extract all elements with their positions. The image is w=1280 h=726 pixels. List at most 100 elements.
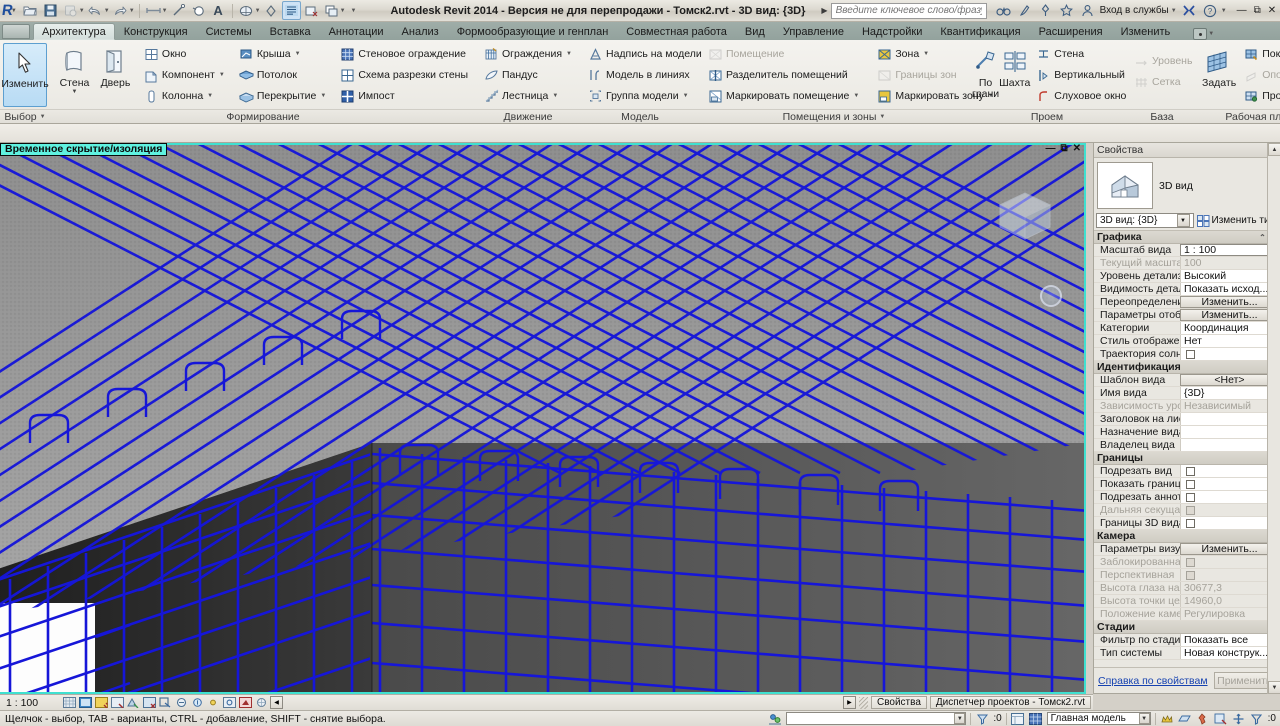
checkbox[interactable]: [1186, 479, 1195, 489]
property-value[interactable]: Высокий: [1180, 270, 1279, 282]
sign-in-label[interactable]: Вход в службы: [1100, 5, 1169, 16]
property-row[interactable]: Тип системы Новая конструк...: [1094, 647, 1279, 660]
help-question-icon[interactable]: ?: [1202, 2, 1219, 19]
chevron-down-icon[interactable]: ▼: [1171, 8, 1177, 14]
aligned-dimension-icon[interactable]: [169, 1, 188, 20]
temporary-view-properties-icon[interactable]: [254, 696, 268, 709]
drawing-area-3d-view[interactable]: Временное скрытие/изоляция — ⧉ ✕: [0, 143, 1086, 694]
undo-icon[interactable]: [86, 1, 105, 20]
measure-icon[interactable]: [144, 1, 163, 20]
panel-title-pomeshcheniya[interactable]: Помещения и зоны ▼: [699, 109, 968, 124]
panel-title-vybor[interactable]: Выбор ▼: [0, 109, 50, 124]
design-option-icon[interactable]: [1011, 712, 1025, 725]
level-button[interactable]: Уровень: [1130, 51, 1196, 71]
properties-help-link[interactable]: Справка по свойствам: [1098, 675, 1208, 687]
default-3d-view-icon[interactable]: [237, 1, 256, 20]
room-button[interactable]: Помещение: [704, 44, 863, 64]
chevron-down-icon[interactable]: ▼: [104, 8, 110, 14]
property-row[interactable]: Уровень детализа... Высокий: [1094, 270, 1279, 283]
save-icon[interactable]: [41, 1, 60, 20]
rendering-dialog-icon[interactable]: [142, 696, 156, 709]
stair-button[interactable]: Лестница ▼: [480, 86, 576, 106]
chevron-down-icon[interactable]: ▼: [295, 51, 301, 57]
apply-button[interactable]: Применить: [1213, 672, 1275, 689]
tab-formoobrazuyushchie[interactable]: Формообразующие и генплан: [448, 23, 618, 40]
section-icon[interactable]: [262, 1, 281, 20]
shaft-button[interactable]: Шахта: [999, 43, 1030, 89]
modify-button[interactable]: Изменить: [1, 43, 49, 107]
property-group-granicy[interactable]: Границы ⌃: [1094, 452, 1279, 465]
checkbox[interactable]: [1186, 518, 1195, 528]
vertical-opening-button[interactable]: Вертикальный: [1032, 65, 1130, 85]
chevron-down-icon[interactable]: ▼: [1221, 8, 1227, 14]
property-edit-button[interactable]: Изменить...: [1180, 543, 1279, 555]
property-value[interactable]: 1 : 100: [1180, 244, 1279, 256]
search-input[interactable]: [830, 2, 987, 19]
steering-wheel[interactable]: [1040, 285, 1062, 307]
open-icon[interactable]: [21, 1, 40, 20]
ribbon-home-tab[interactable]: [2, 24, 30, 39]
dormer-opening-button[interactable]: Слуховое окно: [1032, 86, 1130, 106]
detail-level-icon[interactable]: [78, 696, 92, 709]
property-value[interactable]: [1180, 465, 1279, 477]
model-group-button[interactable]: Группа модели ▼: [584, 86, 706, 106]
checkbox[interactable]: [1186, 466, 1195, 476]
mullion-button[interactable]: Импост: [336, 86, 472, 106]
resize-grip[interactable]: [858, 696, 868, 709]
ramp-button[interactable]: Пандус: [480, 65, 576, 85]
ceiling-button[interactable]: Потолок: [235, 65, 331, 85]
property-value[interactable]: Показать все: [1180, 634, 1279, 646]
chevron-down-icon[interactable]: ▼: [1138, 713, 1150, 724]
curtain-grid-button[interactable]: Схема разрезки стены: [336, 65, 472, 85]
property-edit-button[interactable]: Изменить...: [1180, 309, 1279, 321]
property-row[interactable]: Стиль отображен... Нет: [1094, 335, 1279, 348]
tab-upravlenie[interactable]: Управление: [774, 23, 853, 40]
switch-windows-icon[interactable]: [322, 1, 341, 20]
property-value[interactable]: [1180, 491, 1279, 503]
chevron-down-icon[interactable]: ▼: [72, 89, 78, 95]
application-menu-button[interactable]: R ▼: [1, 1, 17, 21]
scroll-up-arrow-icon[interactable]: ▲: [1268, 143, 1280, 156]
editable-only-icon[interactable]: [1160, 712, 1174, 725]
chevron-down-icon[interactable]: ▼: [552, 93, 558, 99]
redo-icon[interactable]: [111, 1, 130, 20]
unlock-3d-view-icon[interactable]: [190, 696, 204, 709]
window-button[interactable]: Окно: [140, 44, 229, 64]
set-workplane-button[interactable]: Задать: [1202, 43, 1236, 89]
property-value[interactable]: [1180, 439, 1279, 451]
exchange-apps-icon[interactable]: [1181, 2, 1198, 19]
component-button[interactable]: Компонент ▼: [140, 65, 229, 85]
model-text-button[interactable]: Надпись на модели: [584, 44, 706, 64]
chevron-down-icon[interactable]: ▼: [566, 51, 572, 57]
checkbox[interactable]: [1186, 349, 1195, 359]
by-face-button[interactable]: По грани: [972, 43, 999, 100]
model-canvas[interactable]: [0, 143, 1084, 694]
property-row[interactable]: Категории Координация: [1094, 322, 1279, 335]
save-as-icon[interactable]: [61, 1, 80, 20]
close-button[interactable]: ✕: [1268, 5, 1276, 16]
property-edit-button[interactable]: <Нет>: [1180, 374, 1279, 386]
viewport-vertical-scrollbar[interactable]: ▲ ▼: [1267, 143, 1280, 694]
filter-selection-icon[interactable]: [1250, 712, 1264, 725]
select-pinned-icon[interactable]: [1196, 712, 1210, 725]
tab-nadstroyki[interactable]: Надстройки: [853, 23, 931, 40]
grid-button[interactable]: Сетка: [1130, 72, 1196, 92]
property-row[interactable]: Шаблон вида <Нет>: [1094, 374, 1279, 387]
chevron-down-icon[interactable]: ▼: [1208, 31, 1214, 37]
property-row[interactable]: Владелец вида: [1094, 439, 1279, 452]
tab-annotacii[interactable]: Аннотации: [320, 23, 393, 40]
floor-button[interactable]: Перекрытие ▼: [235, 86, 331, 106]
property-row[interactable]: Масштаб вида 1 : 100: [1094, 244, 1279, 257]
chevron-down-icon[interactable]: ▼: [219, 72, 225, 78]
tab-izmenit[interactable]: Изменить: [1112, 23, 1180, 40]
property-row[interactable]: Имя вида {3D}: [1094, 387, 1279, 400]
chevron-down-icon[interactable]: ▼: [853, 93, 859, 99]
favorites-star-icon[interactable]: [1058, 2, 1075, 19]
tab-arhitektura[interactable]: Архитектура: [33, 23, 115, 40]
exclude-options-icon[interactable]: [1178, 712, 1192, 725]
property-row[interactable]: Видимость деталей Показать исход...: [1094, 283, 1279, 296]
temporary-hide-isolate-icon[interactable]: [222, 696, 236, 709]
property-value[interactable]: [1180, 413, 1279, 425]
property-value[interactable]: {3D}: [1180, 387, 1279, 399]
property-row[interactable]: Траектория солнца: [1094, 348, 1279, 361]
